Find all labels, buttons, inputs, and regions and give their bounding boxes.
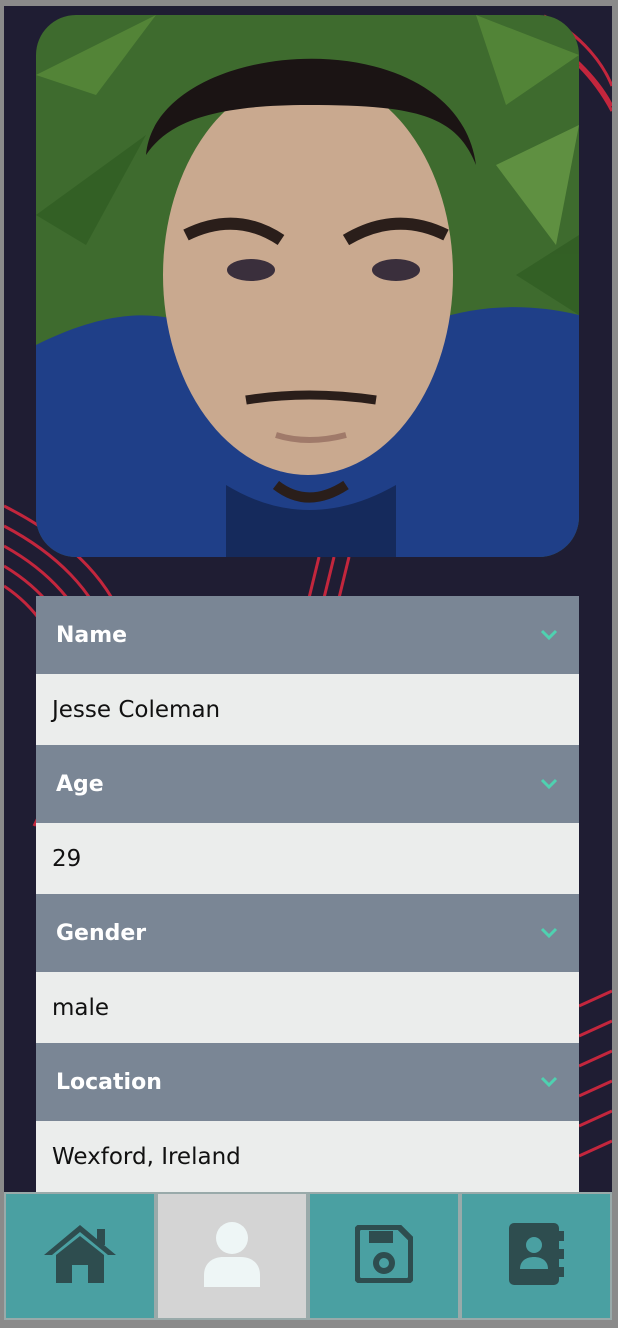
app-frame: Name Jesse Coleman Age 29 Gender male Lo… xyxy=(4,6,612,1320)
gender-value: male xyxy=(36,972,579,1043)
chevron-down-icon xyxy=(539,625,559,645)
user-icon xyxy=(201,1221,263,1291)
nav-save-button[interactable] xyxy=(308,1192,460,1320)
location-header[interactable]: Location xyxy=(36,1043,579,1121)
chevron-down-icon xyxy=(539,923,559,943)
nav-contacts-button[interactable] xyxy=(460,1192,612,1320)
profile-photo xyxy=(36,15,579,557)
nav-profile-button[interactable] xyxy=(156,1192,308,1320)
age-header[interactable]: Age xyxy=(36,745,579,823)
save-icon xyxy=(354,1224,414,1287)
name-label: Name xyxy=(56,622,128,648)
nav-home-button[interactable] xyxy=(4,1192,156,1320)
location-label: Location xyxy=(56,1069,162,1095)
gender-header[interactable]: Gender xyxy=(36,894,579,972)
chevron-down-icon xyxy=(539,774,559,794)
profile-accordion: Name Jesse Coleman Age 29 Gender male Lo… xyxy=(36,596,579,1192)
name-header[interactable]: Name xyxy=(36,596,579,674)
contacts-icon xyxy=(507,1221,565,1291)
name-value: Jesse Coleman xyxy=(36,674,579,745)
age-value: 29 xyxy=(36,823,579,894)
age-label: Age xyxy=(56,771,104,797)
bottom-nav xyxy=(4,1192,612,1320)
gender-label: Gender xyxy=(56,920,147,946)
chevron-down-icon xyxy=(539,1072,559,1092)
location-value: Wexford, Ireland xyxy=(36,1121,579,1192)
home-icon xyxy=(42,1223,118,1289)
